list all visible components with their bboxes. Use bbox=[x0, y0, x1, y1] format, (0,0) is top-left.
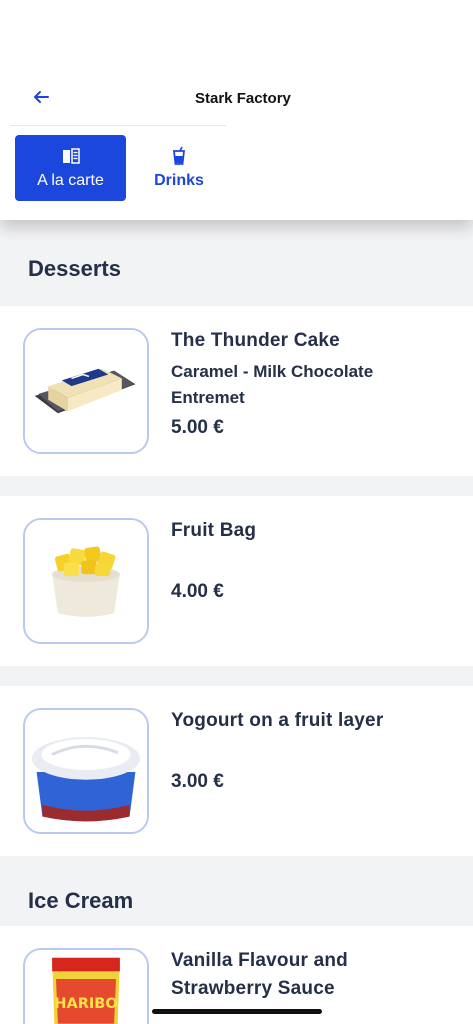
ice-cream-cup-image: HARIBO bbox=[25, 950, 147, 1024]
item-name: Strawberry Sauce bbox=[171, 978, 335, 999]
item-image: HARIBO bbox=[23, 948, 149, 1024]
arrow-left-icon bbox=[34, 91, 49, 103]
menu-item-yogourt[interactable]: Yogourt on a fruit layer 3.00 € bbox=[0, 686, 473, 856]
back-button[interactable] bbox=[32, 88, 54, 110]
nav-row bbox=[10, 74, 226, 126]
tab-drinks-label: Drinks bbox=[154, 172, 204, 189]
item-image bbox=[23, 328, 149, 454]
menu-book-icon bbox=[62, 148, 80, 164]
page-title: Stark Factory bbox=[195, 90, 291, 107]
item-name: Yogourt on a fruit layer bbox=[171, 710, 384, 731]
home-indicator bbox=[152, 1009, 322, 1014]
package-text: HARIBO bbox=[54, 996, 117, 1012]
tab-drinks[interactable]: Drinks bbox=[132, 135, 226, 201]
item-description: Entremet bbox=[171, 388, 245, 407]
tab-a-la-carte[interactable]: A la carte bbox=[15, 135, 126, 201]
fruit-cup-image bbox=[25, 520, 147, 642]
item-price: 5.00 € bbox=[171, 417, 224, 438]
yogurt-cup-image bbox=[25, 710, 147, 832]
cake-image bbox=[25, 330, 147, 452]
item-name: Vanilla Flavour and bbox=[171, 950, 348, 971]
section-title: Ice Cream bbox=[28, 888, 134, 913]
item-name: The Thunder Cake bbox=[171, 330, 340, 351]
menu-item-fruit-bag[interactable]: Fruit Bag 4.00 € bbox=[0, 496, 473, 666]
tab-a-la-carte-label: A la carte bbox=[37, 172, 104, 189]
item-description: Caramel - Milk Chocolate bbox=[171, 362, 374, 381]
section-header-desserts: Desserts bbox=[0, 224, 473, 306]
item-image bbox=[23, 708, 149, 834]
item-price: 3.00 € bbox=[171, 771, 224, 792]
item-image bbox=[23, 518, 149, 644]
drink-cup-icon bbox=[172, 146, 186, 165]
menu-item-thunder-cake[interactable]: The Thunder Cake Caramel - Milk Chocolat… bbox=[0, 306, 473, 476]
item-name: Fruit Bag bbox=[171, 520, 257, 541]
header-bar: Stark Factory A la carte Drinks bbox=[0, 0, 473, 220]
item-price: 4.00 € bbox=[171, 581, 224, 602]
section-title: Desserts bbox=[28, 256, 121, 281]
